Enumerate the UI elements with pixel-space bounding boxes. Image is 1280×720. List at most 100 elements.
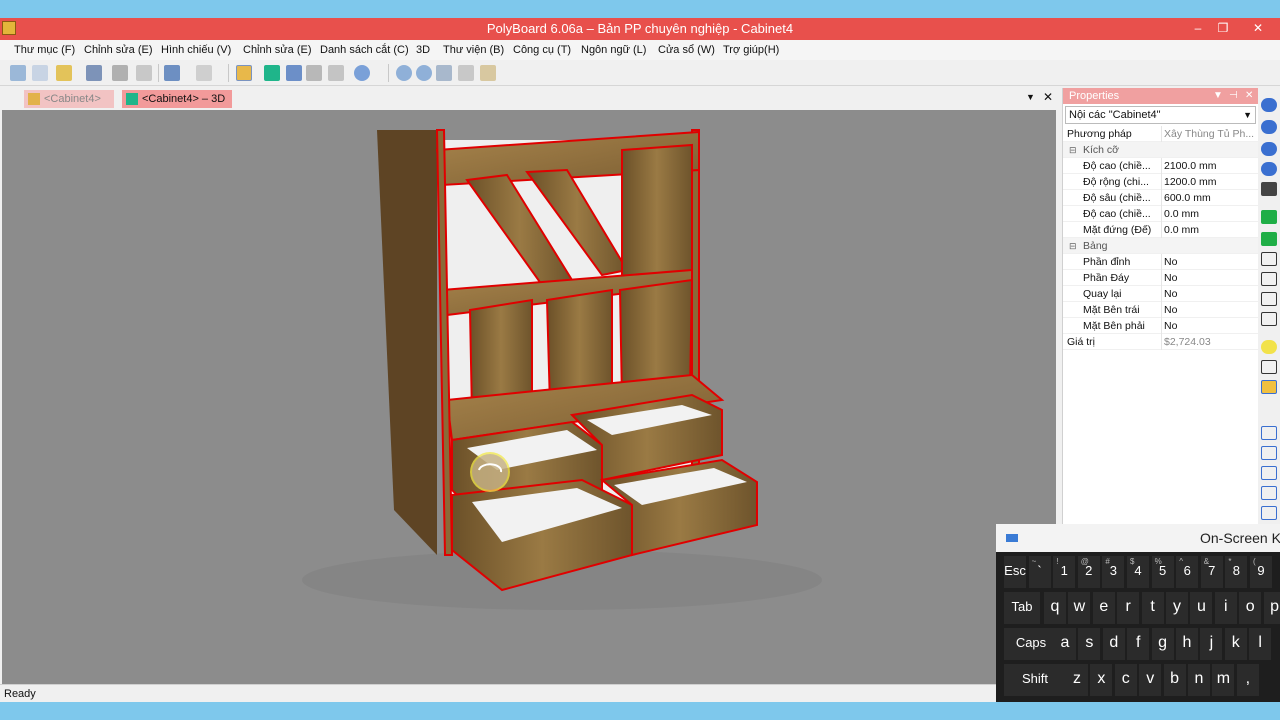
key-i[interactable]: i <box>1214 592 1237 624</box>
key-tab[interactable]: Tab <box>1004 592 1040 624</box>
panel-pin-icon[interactable]: ⊣ <box>1229 88 1238 104</box>
property-group-board[interactable]: ⊟ Bảng <box>1063 238 1258 254</box>
zoom-out-icon[interactable] <box>416 65 432 81</box>
view-3d-icon[interactable] <box>264 65 280 81</box>
key-a[interactable]: a <box>1054 628 1076 660</box>
key-3[interactable]: #3 <box>1102 556 1125 588</box>
object-selector[interactable]: Nội các "Cabinet4" ▼ <box>1065 106 1256 124</box>
auto-icon[interactable] <box>1261 182 1277 196</box>
key-w[interactable]: w <box>1068 592 1091 624</box>
minimize-button[interactable]: – <box>1188 20 1208 36</box>
key-esc[interactable]: Esc <box>1004 556 1026 588</box>
key-y[interactable]: y <box>1166 592 1188 624</box>
new-doc-icon[interactable] <box>32 65 48 81</box>
property-value[interactable]: No <box>1161 286 1257 302</box>
key-6[interactable]: ^ 6 <box>1176 556 1199 588</box>
front-view-icon[interactable] <box>1261 252 1277 266</box>
menu-cut-list[interactable]: Danh sách cắt (C) <box>320 44 409 56</box>
spin-icon[interactable] <box>1261 142 1277 156</box>
key-s[interactable]: s <box>1078 628 1101 660</box>
open-folder-icon[interactable] <box>56 65 72 81</box>
view-windows-icon[interactable] <box>286 65 302 81</box>
refresh-icon[interactable] <box>1261 162 1277 176</box>
cube-icon-5[interactable] <box>1261 506 1277 520</box>
key-v[interactable]: v <box>1139 664 1162 696</box>
cube-icon-1[interactable] <box>1261 426 1277 440</box>
key-r[interactable]: r <box>1117 592 1140 624</box>
top-view-icon[interactable] <box>1261 292 1277 306</box>
select-mode-icon[interactable] <box>236 65 252 81</box>
property-row[interactable]: Độ rộng (chi... 1200.0 mm <box>1063 174 1258 190</box>
collapse-icon[interactable]: ⊟ <box>1069 142 1077 158</box>
menu-language[interactable]: Ngôn ngữ (L) <box>581 44 646 56</box>
property-value[interactable]: 0.0 mm <box>1161 206 1257 222</box>
key-e[interactable]: e <box>1092 592 1115 624</box>
property-value[interactable]: No <box>1161 302 1257 318</box>
save-icon[interactable] <box>86 65 102 81</box>
property-value[interactable]: 1200.0 mm <box>1161 174 1257 190</box>
property-value[interactable]: 2100.0 mm <box>1161 158 1257 174</box>
menu-edit-2[interactable]: Chỉnh sửa (E) <box>243 44 312 56</box>
key-5[interactable]: % 5 <box>1151 556 1174 588</box>
menu-3d[interactable]: 3D <box>416 44 430 56</box>
key-l[interactable]: l <box>1249 628 1272 660</box>
key-7[interactable]: & 7 <box>1200 556 1223 588</box>
restore-button[interactable]: ❐ <box>1213 20 1233 36</box>
3d-viewport[interactable] <box>2 110 1056 698</box>
key-q[interactable]: q <box>1044 592 1066 624</box>
key-b[interactable]: b <box>1163 664 1186 696</box>
info-icon[interactable] <box>354 65 370 81</box>
property-row[interactable]: Phần Đáy No <box>1063 270 1258 286</box>
cube-icon-4[interactable] <box>1261 486 1277 500</box>
property-row[interactable]: Mặt Bên trái No <box>1063 302 1258 318</box>
property-value[interactable]: No <box>1161 254 1257 270</box>
property-row[interactable]: Mặt Bên phải No <box>1063 318 1258 334</box>
solid-view-icon[interactable] <box>1261 210 1277 224</box>
property-row[interactable]: Độ sâu (chiề... 600.0 mm <box>1063 190 1258 206</box>
key-9[interactable]: (9 <box>1250 556 1272 588</box>
light-bulb-icon[interactable] <box>1261 340 1277 354</box>
redo-icon[interactable] <box>196 65 212 81</box>
key-m[interactable]: m <box>1212 664 1235 696</box>
tab-close-button[interactable]: ✕ <box>1043 90 1053 104</box>
key-shift[interactable]: Shift <box>1004 664 1066 696</box>
collapse-icon[interactable]: ⊟ <box>1069 238 1077 254</box>
property-row[interactable]: Quay lại No <box>1063 286 1258 302</box>
key-[interactable]: , <box>1236 664 1259 696</box>
key-z[interactable]: z <box>1066 664 1088 696</box>
key-t[interactable]: t <box>1141 592 1164 624</box>
key-[interactable]: ~ ` <box>1028 556 1051 588</box>
undo-icon[interactable] <box>164 65 180 81</box>
texture-icon[interactable] <box>1261 380 1277 394</box>
panel-close-icon[interactable]: ✕ <box>1245 88 1253 104</box>
print-preview-icon[interactable] <box>136 65 152 81</box>
property-value[interactable]: 600.0 mm <box>1161 190 1257 206</box>
key-h[interactable]: h <box>1176 628 1198 660</box>
key-n[interactable]: n <box>1188 664 1210 696</box>
menu-edit[interactable]: Chỉnh sửa (E) <box>84 44 153 56</box>
property-value[interactable]: No <box>1161 318 1257 334</box>
pan-hand-icon[interactable] <box>480 65 496 81</box>
key-o[interactable]: o <box>1239 592 1262 624</box>
key-d[interactable]: d <box>1102 628 1125 660</box>
key-1[interactable]: ! 1 <box>1053 556 1076 588</box>
menu-tools[interactable]: Công cụ (T) <box>513 44 571 56</box>
orbit-icon[interactable] <box>1261 120 1277 134</box>
side-view-icon[interactable] <box>1261 272 1277 286</box>
property-value[interactable]: No <box>1161 270 1257 286</box>
key-4[interactable]: $4 <box>1127 556 1149 588</box>
tab-cabinet4[interactable]: <Cabinet4> <box>24 90 114 108</box>
key-caps[interactable]: Caps <box>1004 628 1058 660</box>
property-value[interactable]: 0.0 mm <box>1161 222 1257 238</box>
cube-icon-2[interactable] <box>1261 446 1277 460</box>
view-box-icon[interactable] <box>306 65 322 81</box>
zoom-window-icon[interactable] <box>458 65 474 81</box>
property-row[interactable]: Phần đỉnh No <box>1063 254 1258 270</box>
menu-file[interactable]: Thư mục (F) <box>14 44 75 56</box>
property-row-method[interactable]: Phương pháp Xây Thùng Tủ Ph... <box>1063 126 1258 142</box>
property-group-size[interactable]: ⊟ Kích cỡ <box>1063 142 1258 158</box>
property-row[interactable]: Độ cao (chiề... 2100.0 mm <box>1063 158 1258 174</box>
iso-view-icon[interactable] <box>1261 312 1277 326</box>
view-axes-icon[interactable] <box>328 65 344 81</box>
zoom-in-icon[interactable] <box>396 65 412 81</box>
